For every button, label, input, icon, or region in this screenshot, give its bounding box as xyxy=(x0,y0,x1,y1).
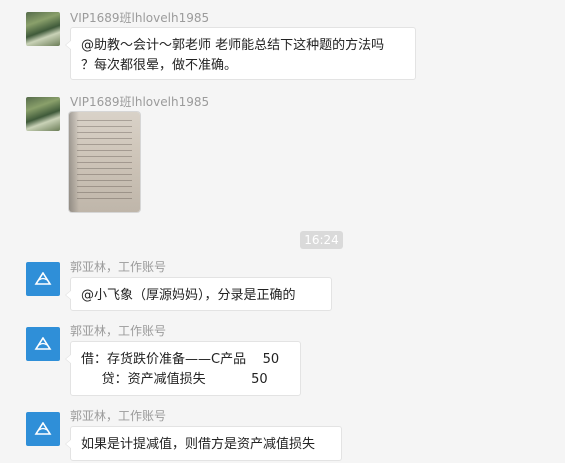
image-attachment[interactable] xyxy=(69,112,140,212)
message-text-line: 借：存货跌价准备——C产品 50 xyxy=(81,352,280,367)
teacher-avatar[interactable] xyxy=(26,262,60,296)
message-text-line: @小飞象（厚源妈妈），分录是正确的 xyxy=(81,288,296,303)
sender-name: VIP1689班lhlovelh1985 xyxy=(70,95,210,109)
sender-name: 郭亚林，工作账号 xyxy=(70,324,167,338)
message-bubble[interactable]: @小飞象（厚源妈妈），分录是正确的 xyxy=(65,277,332,311)
company-logo-icon xyxy=(34,272,52,285)
sender-name: VIP1689班lhlovelh1985 xyxy=(70,11,210,25)
sender-name: 郭亚林，工作账号 xyxy=(70,409,167,423)
message-text-line: 贷：资产减值损失 50 xyxy=(81,372,268,387)
message-text-line: @助教～会计～郭老师 老师能总结下这种题的方法吗 xyxy=(81,38,385,53)
teacher-avatar[interactable] xyxy=(26,327,60,361)
message-bubble[interactable]: 借：存货跌价准备——C产品 50 贷：资产减值损失 50 xyxy=(65,341,301,396)
message-bubble[interactable]: 如果是计提减值，则借方是资产减值损失 xyxy=(65,426,342,461)
sender-name: 郭亚林，工作账号 xyxy=(70,260,167,274)
user-avatar[interactable] xyxy=(26,97,60,131)
chat-window: { "messages": [ { "sender": "VIP1689班lhl… xyxy=(0,0,565,463)
teacher-avatar[interactable] xyxy=(26,412,60,446)
photo-shadow xyxy=(69,112,79,212)
user-avatar[interactable] xyxy=(26,12,60,46)
timestamp-divider: 16:24 xyxy=(300,231,343,249)
photo-text-texture xyxy=(77,120,132,202)
company-logo-icon xyxy=(34,422,52,435)
message-bubble[interactable]: @助教～会计～郭老师 老师能总结下这种题的方法吗 ？每次都很晕，做不准确。 xyxy=(65,27,416,80)
company-logo-icon xyxy=(34,337,52,350)
message-text-line: ？每次都很晕，做不准确。 xyxy=(81,58,238,73)
message-text-line: 如果是计提减值，则借方是资产减值损失 xyxy=(81,437,316,452)
